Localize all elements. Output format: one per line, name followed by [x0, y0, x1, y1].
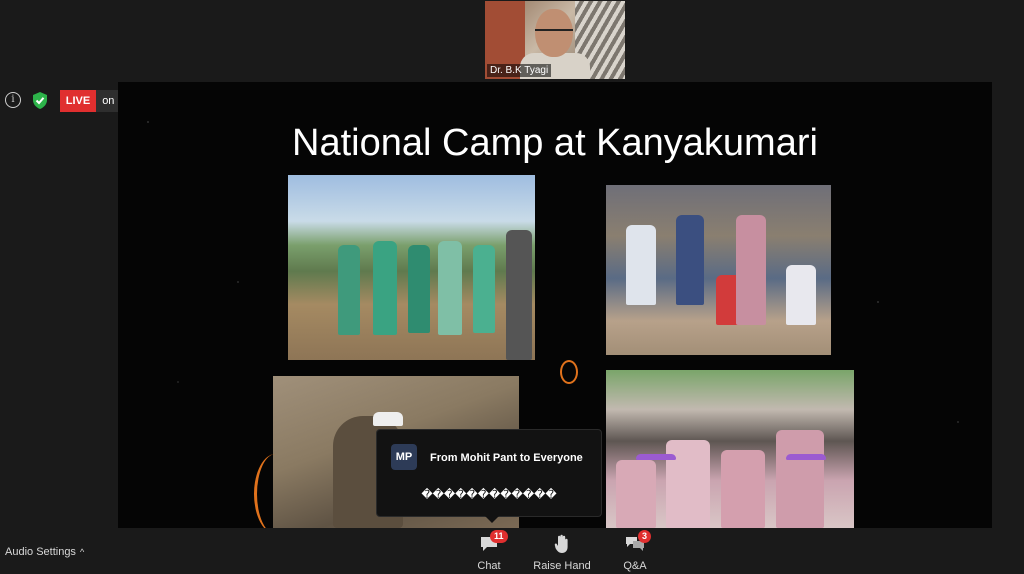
speaker-name: Dr. B.K Tyagi [487, 64, 552, 77]
chat-button[interactable]: 11 Chat [470, 530, 508, 572]
audio-settings-button[interactable]: Audio Settings ^ [5, 546, 84, 558]
photo-crowd-observers [606, 185, 831, 355]
avatar: MP [391, 444, 417, 470]
audio-settings-label: Audio Settings [5, 546, 76, 558]
raise-hand-button[interactable]: Raise Hand [530, 534, 594, 572]
raise-hand-label: Raise Hand [533, 560, 591, 572]
chat-count-badge: 11 [490, 530, 508, 543]
eclipse-arc-graphic [254, 454, 297, 528]
chevron-up-icon: ^ [79, 547, 85, 557]
chat-notification-popup[interactable]: MP From Mohit Pant to Everyone ���������… [377, 430, 601, 523]
qa-count-badge: 3 [638, 530, 652, 543]
eclipse-ring-graphic [560, 360, 578, 384]
speaker-video-thumbnail[interactable]: Dr. B.K Tyagi [485, 1, 625, 79]
photo-children-eclipse-glasses [288, 175, 535, 360]
qa-label: Q&A [623, 560, 647, 572]
photo-students-viewing-eclipse [606, 370, 854, 528]
hand-icon [554, 534, 568, 553]
slide-title: National Camp at Kanyakumari [292, 122, 818, 164]
speaker-glasses [535, 29, 573, 39]
chat-message: ������������ [421, 488, 557, 501]
qa-button[interactable]: 3 Q&A [616, 530, 654, 572]
live-badge[interactable]: LIVE [60, 90, 96, 112]
chat-sender: From Mohit Pant to Everyone [430, 452, 583, 464]
info-icon[interactable]: i [5, 92, 21, 108]
shield-check-icon[interactable] [31, 91, 49, 110]
chat-label: Chat [477, 560, 501, 572]
